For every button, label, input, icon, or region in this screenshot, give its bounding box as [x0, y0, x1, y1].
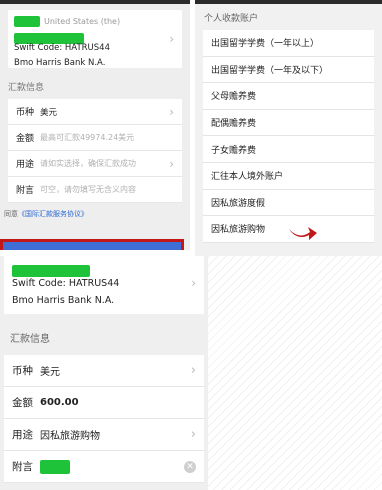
remittance-form-filled: Swift Code: HATRUS44 Bmo Harris Bank N.A… — [0, 256, 208, 490]
redacted-account — [12, 264, 90, 277]
purpose-label: 用途 — [12, 429, 33, 441]
purpose-select[interactable]: 请如实选择，确保汇款成功 — [40, 158, 136, 169]
swift-code: Swift Code: HATRUS44 — [14, 43, 110, 53]
memo-row[interactable]: 附言 可空，请勿填写无含义内容 — [8, 177, 182, 203]
payee-bank-card[interactable]: United States (the) Swift Code: HATRUS44… — [8, 10, 182, 68]
bank-name: Bmo Harris Bank N.A. — [12, 295, 115, 306]
amount-label: 金额 — [12, 397, 33, 409]
amount-row[interactable]: 金额 600.00 — [4, 387, 204, 419]
currency-label: 币种 — [16, 108, 35, 118]
picker-header: 个人收款账户 — [204, 14, 259, 24]
submit-button[interactable] — [0, 239, 184, 250]
redacted-memo — [40, 459, 70, 474]
chevron-right-icon: › — [190, 427, 196, 442]
remittance-form: 币种 美元 › 金额 600.00 用途 因私旅游购物 › 附言 ✕ — [4, 355, 204, 483]
memo-input[interactable]: 可空，请勿填写无含义内容 — [40, 184, 136, 195]
purpose-option[interactable]: 汇往本人境外账户 — [203, 163, 374, 190]
purpose-option[interactable]: 父母赡养费 — [203, 83, 374, 110]
purpose-option[interactable]: 出国留学学费（一年以上） — [203, 30, 374, 57]
section-title: 汇款信息 — [8, 83, 45, 93]
payee-country-line: United States (the) — [14, 16, 176, 28]
purpose-picker: 个人收款账户 出国留学学费（一年以上） 出国留学学费（一年及以下） 父母赡养费 … — [195, 0, 382, 256]
purpose-select[interactable]: 因私旅游购物 — [40, 427, 100, 442]
status-bar — [0, 0, 190, 4]
chevron-right-icon: › — [169, 105, 174, 119]
currency-value: 美元 — [40, 107, 58, 118]
empty-area — [208, 256, 382, 490]
agree-prefix: 同意 — [4, 210, 18, 218]
currency-value: 美元 — [40, 367, 60, 378]
screenshot-collage: United States (the) Swift Code: HATRUS44… — [0, 0, 382, 490]
purpose-option[interactable]: 子女赡养费 — [203, 136, 374, 163]
purpose-option[interactable]: 因私旅游度假 — [203, 190, 374, 217]
purpose-label: 用途 — [16, 160, 35, 170]
currency-row[interactable]: 币种 美元 › — [8, 99, 182, 125]
purpose-row[interactable]: 用途 因私旅游购物 › — [4, 419, 204, 451]
currency-row[interactable]: 币种 美元 › — [4, 355, 204, 387]
purpose-option[interactable]: 出国留学学费（一年及以下） — [203, 57, 374, 84]
purpose-option[interactable]: 配偶赡养费 — [203, 110, 374, 137]
chevron-right-icon: › — [169, 32, 174, 46]
purpose-list: 出国留学学费（一年以上） 出国留学学费（一年及以下） 父母赡养费 配偶赡养费 子… — [203, 30, 374, 243]
amount-input[interactable]: 600.00 — [40, 397, 79, 408]
payee-account-line — [14, 28, 176, 44]
payee-country: United States (the) — [44, 17, 121, 26]
memo-label: 附言 — [12, 461, 33, 473]
amount-row[interactable]: 金额 最高可汇款49974.24美元 — [8, 125, 182, 151]
remittance-form-empty: United States (the) Swift Code: HATRUS44… — [0, 0, 190, 250]
memo-label: 附言 — [16, 186, 35, 196]
clear-icon[interactable]: ✕ — [184, 461, 196, 473]
chevron-right-icon: › — [191, 276, 196, 290]
section-title: 汇款信息 — [10, 334, 50, 345]
amount-label: 金额 — [16, 134, 35, 144]
bank-name: Bmo Harris Bank N.A. — [14, 58, 106, 68]
currency-label: 币种 — [12, 365, 33, 377]
payee-account-line — [12, 260, 198, 277]
agreement-line: 同意《国际汇款服务协议》 — [4, 209, 190, 219]
redacted-name — [14, 16, 40, 27]
memo-row[interactable]: 附言 ✕ — [4, 451, 204, 483]
amount-input[interactable]: 最高可汇款49974.24美元 — [40, 132, 134, 143]
chevron-right-icon: › — [190, 363, 196, 378]
chevron-right-icon: › — [169, 157, 174, 171]
purpose-row[interactable]: 用途 请如实选择，确保汇款成功 › — [8, 151, 182, 177]
payee-bank-card[interactable]: Swift Code: HATRUS44 Bmo Harris Bank N.A… — [4, 256, 204, 314]
swift-code: Swift Code: HATRUS44 — [12, 278, 120, 289]
pointer-arrow-icon — [289, 227, 317, 240]
remittance-form: 币种 美元 › 金额 最高可汇款49974.24美元 用途 请如实选择，确保汇款… — [8, 99, 182, 203]
agreement-link[interactable]: 《国际汇款服务协议》 — [18, 210, 88, 218]
